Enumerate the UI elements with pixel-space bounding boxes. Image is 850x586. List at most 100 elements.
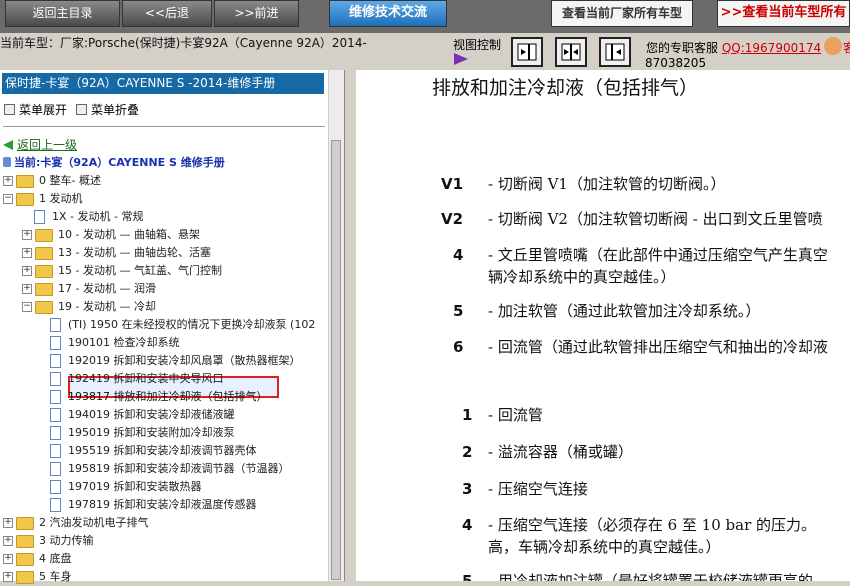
legend-key: 2 (462, 443, 473, 461)
tree-item-label: 15 - 发动机 — 气缸盖、气门控制 (58, 264, 222, 277)
info-bar: 当前车型：厂家:Porsche(保时捷)卡宴92A（Cayenne 92A）20… (0, 33, 850, 70)
expand-node-icon[interactable]: + (22, 230, 32, 240)
legend-item: 3 - 压缩空气连接 (462, 478, 588, 500)
legend-key: 4 (453, 246, 464, 264)
folder-icon (35, 246, 53, 260)
tree-item[interactable]: +10 - 发动机 — 曲轴箱、悬架 (22, 226, 200, 244)
tree-item-label: 192419 拆卸和安装中央导风口 (68, 372, 224, 385)
expand-menu-button[interactable]: 菜单展开 (4, 101, 67, 118)
tree-item[interactable]: 197019 拆卸和安装散热器 (38, 478, 202, 496)
qq-avatar-icon[interactable] (824, 37, 842, 55)
view-left-panel-button[interactable] (599, 37, 631, 67)
tree-item[interactable]: +5 车身 (3, 568, 72, 586)
legend-text: - 用冷却液加注罐（最好将罐置于校储液罐更高的 (488, 572, 813, 581)
expand-node-icon[interactable]: + (3, 176, 13, 186)
tree-item[interactable]: 195819 拆卸和安装冷却液调节器（节温器） (38, 460, 290, 478)
content-panel: 排放和加注冷却液（包括排气） V1 - 切断阀 V1（加注软管的切断阀。） V2 - … (356, 70, 850, 581)
legend-item: 4 - 压缩空气连接（必须存在 6 至 10 bar 的压力。 高，车辆冷却系统中的… (462, 514, 817, 558)
tree-item-label: 195819 拆卸和安装冷却液调节器（节温器） (68, 462, 290, 475)
legend-text: - 切断阀 V1（加注软管的切断阀。） (488, 175, 726, 193)
folder-icon (35, 264, 53, 278)
view-right-panel-button[interactable] (511, 37, 543, 67)
document-icon (34, 210, 45, 224)
manual-tree-panel: 保时捷-卡宴（92A）CAYENNE S -2014-维修手册 菜单展开 菜单折… (0, 70, 345, 584)
panel-splitter[interactable] (345, 70, 355, 581)
service-info: 您的专职客服 QQ:1967900174 (646, 39, 821, 56)
expand-node-icon[interactable]: + (3, 536, 13, 546)
tree-item[interactable]: +17 - 发动机 — 润滑 (22, 280, 156, 298)
expand-node-icon[interactable]: + (3, 518, 13, 528)
expand-node-icon[interactable]: + (22, 248, 32, 258)
folder-icon (35, 300, 53, 314)
tree-item[interactable]: +15 - 发动机 — 气缸盖、气门控制 (22, 262, 222, 280)
collapse-node-icon[interactable]: − (22, 302, 32, 312)
tree-item[interactable]: +3 动力传输 (3, 532, 94, 550)
tree-item[interactable]: 194019 拆卸和安装冷却液储液罐 (38, 406, 235, 424)
legend-text: - 压缩空气连接（必须存在 6 至 10 bar 的压力。 (488, 516, 817, 534)
tree-item[interactable]: +0 整车- 概述 (3, 172, 101, 190)
expand-node-icon[interactable]: + (22, 266, 32, 276)
tree-item[interactable]: +4 底盘 (3, 550, 72, 568)
expand-node-icon[interactable]: + (3, 554, 13, 564)
all-models-button[interactable]: 查看当前厂家所有车型 (551, 0, 693, 27)
tree-item[interactable]: 1X - 发动机 - 常规 (22, 208, 143, 226)
left-scrollbar[interactable] (328, 70, 344, 581)
qq-link[interactable]: QQ:1967900174 (722, 41, 821, 55)
tree-item-label: 192019 拆卸和安装冷却风扇罩（散热器框架） (68, 354, 301, 367)
legend-item: 1 - 回流管 (462, 404, 543, 426)
service-phone: 87038205 (645, 56, 707, 70)
tree-item[interactable]: (TI) 1950 在未经授权的情况下更换冷却液泵 (102 (38, 316, 315, 334)
collapse-icon (76, 104, 87, 115)
legend-item: 2 - 溢流容器（桶或罐） (462, 441, 633, 463)
tree-item[interactable]: − 1 发动机 (3, 190, 83, 208)
back-button[interactable]: <<后退 (122, 0, 212, 27)
tree-item-label: 193817 排放和加注冷却液（包括排气） (68, 390, 268, 403)
document-icon (50, 498, 61, 512)
forward-button[interactable]: >>前进 (214, 0, 299, 27)
legend-item: 4 - 文丘里管喷嘴（在此部件中通过压缩空气产生真空 辆冷却系统中的真空越佳。） (453, 244, 828, 288)
tree-item[interactable]: 195019 拆卸和安装附加冷却液泵 (38, 424, 235, 442)
legend-item: V1 - 切断阀 V1（加注软管的切断阀。） (441, 173, 726, 195)
tree-item[interactable]: 193817 排放和加注冷却液（包括排气） (38, 388, 268, 406)
tree-item-label: 195019 拆卸和安装附加冷却液泵 (68, 426, 235, 439)
tree-item-label: 19 - 发动机 — 冷却 (58, 300, 156, 313)
legend-text: - 回流管 (488, 406, 543, 424)
tree-item[interactable]: 195519 拆卸和安装冷却液调节器壳体 (38, 442, 257, 460)
tree-item[interactable]: 197819 拆卸和安装冷却液温度传感器 (38, 496, 257, 514)
expand-label: 菜单展开 (19, 103, 68, 117)
legend-key: 5 (453, 302, 464, 320)
legend-text: - 溢流容器（桶或罐） (488, 443, 633, 461)
back-up-link[interactable]: 返回上一级 (3, 136, 77, 153)
expand-node-icon[interactable]: + (22, 284, 32, 294)
tree-item[interactable]: 192419 拆卸和安装中央导风口 (38, 370, 224, 388)
split-center-icon (561, 43, 581, 61)
view-split-button[interactable] (555, 37, 587, 67)
legend-item: 5 - 加注软管（通过此软管加注冷却系统。） (453, 300, 761, 322)
view-all-button[interactable]: >>查看当前车型所有 (717, 0, 850, 27)
tree-item[interactable]: +2 汽油发动机电子排气 (3, 514, 149, 532)
folder-icon (16, 534, 34, 548)
document-icon (50, 390, 61, 404)
legend-text: - 加注软管（通过此软管加注冷却系统。） (488, 302, 761, 320)
scrollbar-thumb[interactable] (331, 140, 341, 580)
folder-icon (35, 282, 53, 296)
expand-icon (4, 104, 15, 115)
tree-item[interactable]: +13 - 发动机 — 曲轴齿轮、活塞 (22, 244, 211, 262)
tree-item-label: 1 发动机 (39, 192, 83, 205)
top-toolbar: 返回主目录 <<后退 >>前进 维修技术交流 查看当前厂家所有车型 >>查看当前… (0, 0, 850, 33)
home-button[interactable]: 返回主目录 (5, 0, 120, 27)
tree-item-label: 4 底盘 (39, 552, 72, 565)
tech-exchange-button[interactable]: 维修技术交流 (329, 0, 447, 27)
tree-item-label: 17 - 发动机 — 润滑 (58, 282, 156, 295)
tree-item[interactable]: 190101 检查冷却系统 (38, 334, 180, 352)
tree-item[interactable]: 192019 拆卸和安装冷却风扇罩（散热器框架） (38, 352, 301, 370)
collapse-node-icon[interactable]: − (3, 194, 13, 204)
legend-text: - 压缩空气连接 (488, 480, 588, 498)
tree-item-label: 10 - 发动机 — 曲轴箱、悬架 (58, 228, 200, 241)
collapse-menu-button[interactable]: 菜单折叠 (76, 101, 139, 118)
manual-header: 保时捷-卡宴（92A）CAYENNE S -2014-维修手册 (2, 73, 324, 94)
legend-key: 1 (462, 406, 473, 424)
service-extra: 客 (843, 41, 850, 55)
tree-item[interactable]: − 19 - 发动机 — 冷却 (22, 298, 156, 316)
legend-key: V2 (441, 210, 464, 228)
